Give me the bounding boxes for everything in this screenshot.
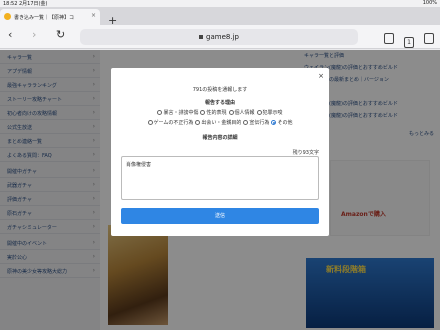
radio-button[interactable] — [147, 120, 153, 125]
reason-label: ゲームの不正行為 — [153, 120, 194, 126]
favicon-icon — [4, 13, 11, 20]
tab-close-icon[interactable]: × — [91, 12, 96, 19]
tab-bar: 書き込み一覧｜【原神】コ × + — [0, 7, 440, 26]
reason-label: 出会い・金銭目的 — [201, 120, 242, 126]
radio-button[interactable] — [228, 110, 234, 115]
close-icon[interactable]: × — [318, 72, 324, 80]
reason-row-2: ゲームの不正行為 出会い・金銭目的 宣伝行為 その他 — [111, 119, 329, 128]
reason-label: 暴言・誹謗中傷 — [163, 110, 199, 116]
status-bar: 18:52 2月17日(金) 100% — [0, 0, 440, 7]
send-button[interactable]: 送信 — [121, 208, 319, 224]
sidebar-toggle-icon[interactable] — [424, 33, 434, 44]
radio-button[interactable] — [195, 120, 201, 125]
radio-button[interactable] — [271, 120, 277, 125]
reason-label: 性的表現 — [206, 110, 227, 116]
tabs-icon[interactable]: 1 — [404, 37, 414, 48]
reason-option[interactable]: 個人情報 — [228, 109, 255, 118]
reason-label: 宣伝行為 — [249, 120, 270, 126]
share-icon[interactable] — [384, 33, 394, 44]
reload-icon[interactable]: ↻ — [56, 29, 65, 40]
reason-label: その他 — [277, 120, 293, 126]
reason-option[interactable]: その他 — [271, 119, 292, 128]
battery-indicator: 100% — [422, 0, 437, 6]
url-text: game8.jp — [206, 33, 239, 41]
reason-heading: 報告する理由 — [204, 100, 235, 106]
reason-option[interactable]: 出会い・金銭目的 — [195, 119, 241, 128]
radio-button[interactable] — [200, 110, 206, 115]
radio-button[interactable] — [243, 120, 249, 125]
toolbar-right-icons: 1 — [374, 29, 434, 48]
address-bar[interactable]: game8.jp — [80, 29, 358, 45]
radio-button[interactable] — [157, 110, 163, 115]
reason-option[interactable]: 宣伝行為 — [243, 119, 269, 128]
remaining-chars: 残り93文字 — [292, 150, 319, 156]
radio-button[interactable] — [256, 110, 262, 115]
reason-option[interactable]: 犯罪示唆 — [256, 109, 283, 118]
detail-heading: 報告内容の詳細 — [202, 135, 238, 141]
browser-toolbar: ‹ › ↻ game8.jp 1 — [0, 25, 440, 49]
lock-icon — [199, 35, 204, 39]
reason-label: 犯罪示唆 — [262, 110, 283, 116]
reason-row-1: 暴言・誹謗中傷 性的表現 個人情報 犯罪示唆 — [111, 109, 329, 118]
status-time: 18:52 2月17日(金) — [3, 1, 48, 7]
report-dialog: × 791の投稿を通報します 報告する理由 暴言・誹謗中傷 性的表現 個人情報 犯罪示… — [111, 68, 329, 236]
detail-textarea[interactable]: 肖像権侵害 — [121, 156, 319, 200]
reason-option[interactable]: 性的表現 — [200, 109, 227, 118]
forward-icon[interactable]: › — [32, 29, 36, 40]
reason-option[interactable]: 暴言・誹謗中傷 — [157, 109, 198, 118]
reason-label: 個人情報 — [234, 110, 255, 116]
tab-title: 書き込み一覧｜【原神】コ — [14, 15, 75, 21]
report-message: 791の投稿を通報します — [192, 87, 248, 93]
reason-option[interactable]: ゲームの不正行為 — [147, 119, 194, 128]
browser-tab[interactable]: 書き込み一覧｜【原神】コ × — [0, 9, 100, 25]
back-icon[interactable]: ‹ — [8, 29, 12, 40]
